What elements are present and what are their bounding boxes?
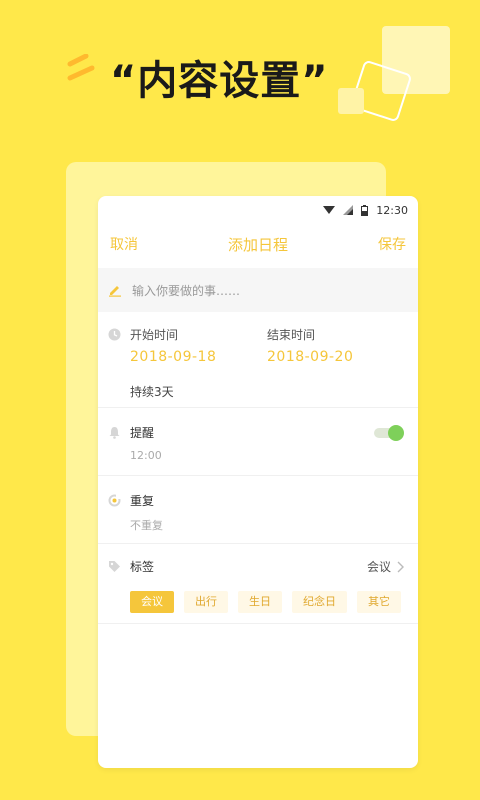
repeat-section[interactable]: 重复 不重复: [98, 476, 418, 544]
phone-screen: 12:30 取消 添加日程 保存 输入你要做的事…… 开始时间 2018-09-…: [98, 196, 418, 768]
tag-chip-meeting[interactable]: 会议: [130, 591, 174, 613]
time-section: 开始时间 2018-09-18 结束时间 2018-09-20 持续3天: [98, 312, 418, 408]
reminder-label: 提醒: [130, 426, 155, 440]
tag-chip-travel[interactable]: 出行: [184, 591, 228, 613]
tag-section: 标签 会议 会议 出行 生日 纪念日 其它: [98, 544, 418, 624]
reminder-time: 12:00: [130, 449, 162, 462]
cancel-button[interactable]: 取消: [110, 234, 138, 254]
tags-label: 标签: [130, 560, 155, 574]
status-bar: 12:30: [98, 196, 418, 224]
tags-selector[interactable]: 会议: [367, 558, 404, 575]
repeat-label: 重复: [130, 494, 155, 508]
battery-icon: [361, 204, 369, 216]
page-title: 添加日程: [227, 235, 288, 254]
tag-chip-other[interactable]: 其它: [357, 591, 401, 613]
chevron-right-icon: [397, 561, 404, 572]
reminder-section[interactable]: 提醒 12:00: [98, 408, 418, 476]
duration-text: 持续3天: [130, 385, 174, 399]
bell-icon: [109, 427, 120, 439]
start-time-label: 开始时间: [130, 328, 179, 342]
task-input-placeholder: 输入你要做的事……: [132, 283, 241, 298]
tag-chip-anniversary[interactable]: 纪念日: [292, 591, 347, 613]
clock-icon: [108, 328, 121, 341]
promo-title: “内容设置”: [110, 58, 329, 104]
toggle-knob: [388, 425, 404, 441]
tag-chips: 会议 出行 生日 纪念日 其它: [130, 591, 404, 613]
wifi-icon: [323, 206, 336, 214]
repeat-icon: [108, 494, 121, 507]
pencil-icon: [109, 286, 121, 297]
start-date: 2018-09-18: [130, 349, 217, 365]
signal-icon: [343, 205, 354, 215]
end-time-picker[interactable]: 结束时间 2018-09-20: [267, 326, 404, 365]
tag-icon: [109, 561, 120, 572]
accent-stripes-icon: [67, 54, 95, 81]
repeat-value: 不重复: [130, 519, 163, 532]
tags-selected-value: 会议: [366, 560, 391, 574]
reminder-toggle[interactable]: [372, 424, 404, 442]
tag-chip-birthday[interactable]: 生日: [238, 591, 282, 613]
end-time-label: 结束时间: [267, 328, 316, 342]
task-input[interactable]: 输入你要做的事……: [98, 268, 418, 312]
nav-bar: 取消 添加日程 保存: [98, 224, 418, 264]
end-date: 2018-09-20: [267, 349, 354, 365]
decor-square-small: [338, 88, 364, 114]
start-time-picker[interactable]: 开始时间 2018-09-18: [130, 326, 267, 365]
status-time: 12:30: [376, 203, 408, 217]
save-button[interactable]: 保存: [378, 234, 406, 254]
